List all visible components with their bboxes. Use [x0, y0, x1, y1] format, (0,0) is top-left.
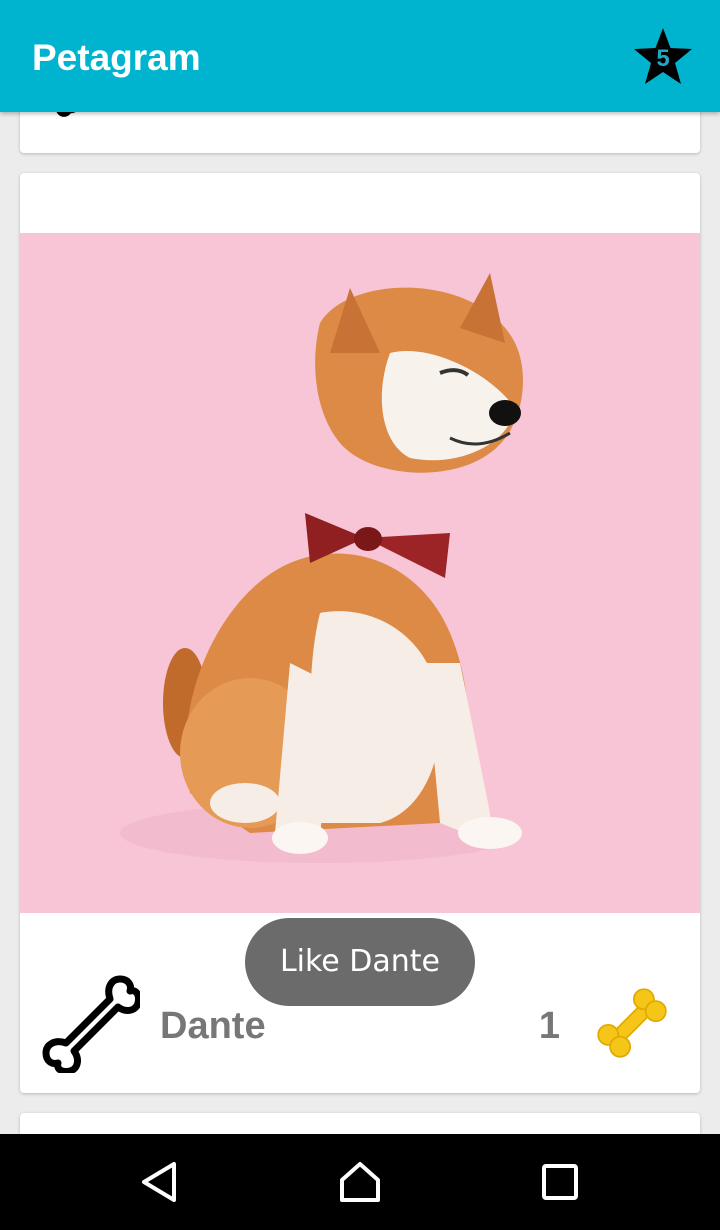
bone-outline-icon[interactable]	[40, 973, 140, 1073]
system-nav-bar	[0, 1134, 720, 1230]
like-count: 1	[538, 1005, 560, 1047]
pet-card-next	[20, 1113, 700, 1134]
pet-name: Dante	[160, 1005, 266, 1047]
toast-message: Like Dante	[245, 918, 475, 1006]
favorites-count: 5	[656, 45, 670, 72]
app-bar: Petagram 5	[0, 0, 720, 112]
favorites-button[interactable]: 5	[632, 26, 694, 88]
home-icon[interactable]	[338, 1160, 382, 1204]
shiba-inu-illustration	[20, 233, 700, 913]
dog-photo	[20, 233, 700, 913]
app-title: Petagram	[32, 37, 201, 78]
back-triangle-icon[interactable]	[138, 1160, 182, 1204]
recents-square-icon[interactable]	[538, 1160, 582, 1204]
bone-gold-icon	[597, 988, 667, 1058]
